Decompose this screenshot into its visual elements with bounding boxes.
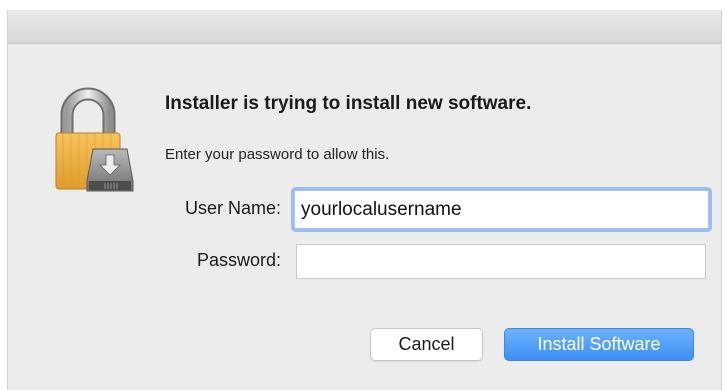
cancel-button[interactable]: Cancel (370, 328, 483, 361)
authentication-dialog: Installer is trying to install new softw… (7, 10, 722, 390)
padlock-icon (55, 87, 134, 192)
screen: Installer is trying to install new softw… (0, 0, 725, 390)
dialog-titlebar[interactable] (8, 10, 721, 44)
dialog-title: Installer is trying to install new softw… (165, 93, 532, 114)
password-field[interactable] (296, 244, 706, 279)
username-field[interactable] (294, 190, 709, 229)
dialog-message: Enter your password to allow this. (165, 146, 390, 163)
username-label: User Name: (184, 198, 281, 218)
install-software-button[interactable]: Install Software (504, 328, 694, 361)
password-label: Password: (196, 250, 281, 270)
